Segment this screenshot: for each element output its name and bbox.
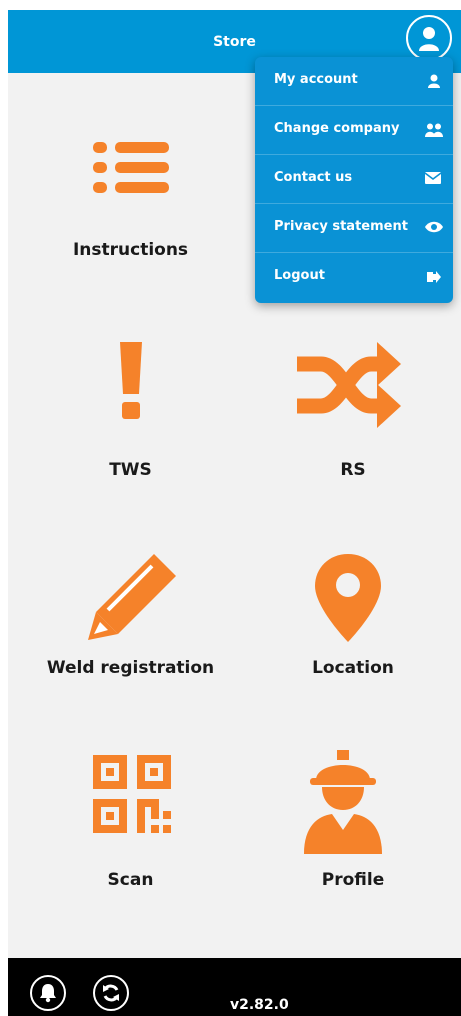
- users-icon: [425, 123, 443, 137]
- qr-code-icon: [93, 755, 171, 833]
- tile-rs[interactable]: RS: [253, 340, 453, 480]
- tile-label: Location: [312, 658, 394, 678]
- notifications-button[interactable]: [30, 975, 66, 1011]
- menu-item-label: Privacy statement: [274, 219, 408, 234]
- menu-item-logout[interactable]: Logout: [255, 253, 453, 302]
- tile-tws[interactable]: TWS: [38, 340, 223, 480]
- tile-label: RS: [340, 460, 366, 480]
- tile-label: Weld registration: [46, 658, 215, 678]
- user-icon: [428, 74, 440, 88]
- tile-scan[interactable]: Scan: [38, 755, 223, 895]
- exclamation-icon: [120, 342, 142, 419]
- app-version: v2.82.0: [230, 997, 289, 1013]
- tile-label: TWS: [109, 460, 152, 480]
- list-icon: [93, 142, 169, 193]
- account-menu-button[interactable]: [406, 15, 452, 61]
- tile-label: Profile: [321, 870, 385, 890]
- tile-location[interactable]: Location: [253, 550, 453, 690]
- eye-icon: [425, 221, 443, 233]
- tile-profile[interactable]: Profile: [253, 750, 453, 895]
- bottom-bar: v2.82.0: [8, 958, 461, 1016]
- menu-item-label: Logout: [274, 268, 325, 283]
- logout-icon: [427, 271, 441, 283]
- menu-item-label: My account: [274, 72, 358, 87]
- tile-weld-registration[interactable]: Weld registration: [38, 550, 223, 690]
- account-dropdown-menu: My account Change company Contact us Pri…: [255, 57, 453, 303]
- app-screen: Store Instructions TWS RS Weld registrat…: [8, 10, 461, 1016]
- menu-item-change-company[interactable]: Change company: [255, 106, 453, 155]
- header-title: Store: [213, 34, 256, 50]
- tile-label: Scan: [107, 870, 154, 890]
- tile-instructions[interactable]: Instructions: [38, 130, 223, 270]
- menu-item-label: Contact us: [274, 170, 353, 185]
- user-icon: [419, 27, 439, 51]
- map-marker-icon: [315, 554, 381, 642]
- envelope-icon: [425, 172, 441, 184]
- sync-button[interactable]: [93, 975, 129, 1011]
- pencil-icon: [88, 554, 176, 640]
- shuffle-icon: [297, 342, 401, 428]
- tile-label: Instructions: [72, 240, 189, 260]
- worker-icon: [304, 750, 382, 854]
- menu-item-contact-us[interactable]: Contact us: [255, 155, 453, 204]
- menu-item-privacy-statement[interactable]: Privacy statement: [255, 204, 453, 253]
- refresh-icon: [103, 984, 119, 1002]
- bell-icon: [40, 984, 56, 1003]
- menu-item-my-account[interactable]: My account: [255, 57, 453, 106]
- menu-item-label: Change company: [274, 121, 400, 136]
